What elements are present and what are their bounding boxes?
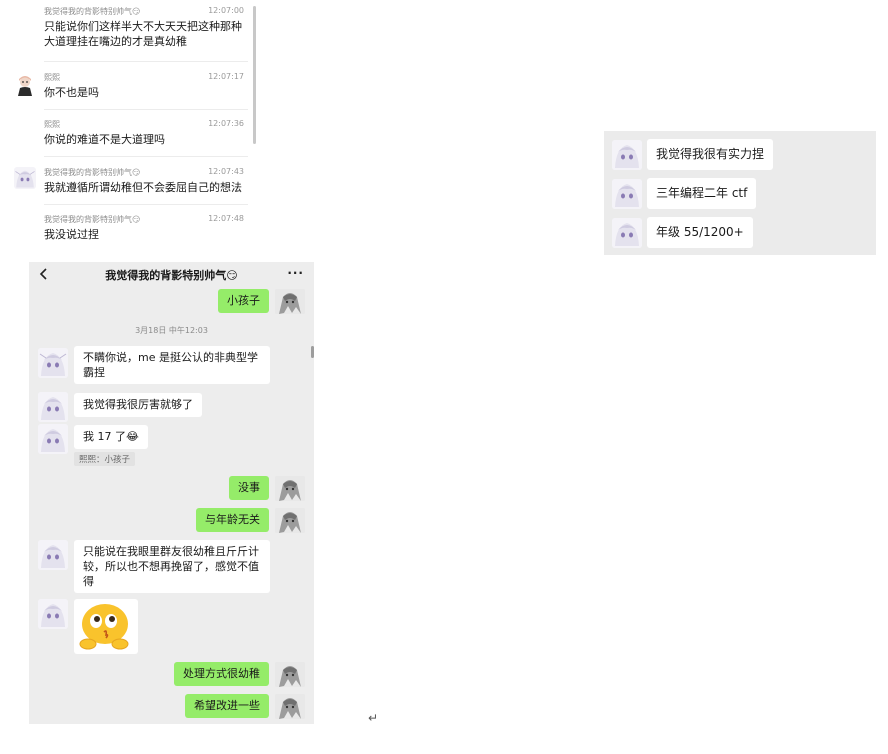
ghost-avatar[interactable] [275, 508, 305, 533]
message-bubble-other[interactable]: 年级 55/1200+ [647, 217, 753, 248]
divider [44, 61, 248, 62]
history-sender: 我觉得我的背影特别帅气😏 [44, 215, 141, 224]
anime-avatar [14, 167, 36, 189]
history-scrollbar[interactable] [253, 6, 256, 144]
history-text: 你不也是吗 [44, 86, 99, 99]
ghost-avatar[interactable] [275, 476, 305, 501]
anime-avatar[interactable] [38, 424, 68, 454]
message-row: 我觉得我很有实力捏 [604, 139, 876, 170]
chibi-avatar [14, 74, 36, 96]
message-row: 我 17 了😂 [29, 424, 314, 454]
ghost-avatar[interactable] [275, 662, 305, 687]
message-bubble-self[interactable]: 与年龄无关 [196, 508, 269, 532]
divider [44, 109, 248, 110]
anime-avatar[interactable] [612, 140, 642, 170]
history-time: 12:07:17 [208, 72, 244, 81]
message-bubble-other[interactable]: 不瞒你说，me 是挺公认的非典型学霸捏 [74, 346, 270, 384]
message-row: 不瞒你说，me 是挺公认的非典型学霸捏 [29, 346, 314, 386]
message-bubble-other[interactable]: 我觉得我很厉害就够了 [74, 393, 202, 417]
history-item[interactable]: 我觉得我的背影特别帅气😏 12:07:48 我没说过捏 [10, 214, 248, 250]
history-time: 12:07:48 [208, 214, 244, 223]
history-item[interactable]: 我觉得我的背影特别帅气😏 12:07:00 只能说你们这样半大不大天天把这种那种… [10, 6, 248, 62]
return-arrow-icon: ↵ [368, 711, 379, 725]
anime-avatar[interactable] [38, 392, 68, 422]
divider [44, 156, 248, 157]
message-bubble-other[interactable]: 我 17 了😂 [74, 425, 148, 449]
chat-history-panel: 我觉得我的背影特别帅气😏 12:07:00 只能说你们这样半大不大天天把这种那种… [10, 6, 248, 250]
history-item[interactable]: 熙熙 12:07:36 你说的难道不是大道理吗 [10, 119, 248, 159]
chat-excerpt-panel: 我觉得我很有实力捏 三年编程二年 ctf 年级 55/1200+ [604, 131, 876, 255]
history-text: 我没说过捏 [44, 228, 99, 241]
history-sender: 我觉得我的背影特别帅气😏 [44, 168, 141, 177]
message-row: 处理方式很幼稚 [29, 662, 314, 688]
history-time: 12:07:43 [208, 167, 244, 176]
history-text: 你说的难道不是大道理吗 [44, 133, 165, 146]
anime-avatar[interactable] [38, 599, 68, 629]
message-row: 与年龄无关 [29, 508, 314, 534]
message-row: 三年编程二年 ctf [604, 178, 876, 209]
anime-avatar[interactable] [612, 179, 642, 209]
message-row: 年级 55/1200+ [604, 217, 876, 248]
message-row: 只能说在我眼里群友很幼稚且斤斤计较，所以也不想再挽留了，感觉不值得 [29, 540, 314, 593]
chat-title: 我觉得我的背影特别帅气😏 [105, 269, 238, 282]
message-bubble-other[interactable]: 我觉得我很有实力捏 [647, 139, 774, 170]
chat-window: 我觉得我的背影特别帅气😏 ··· 小孩子 3月18日 中午12:03 不瞒你说，… [29, 262, 314, 724]
message-bubble-self[interactable]: 没事 [229, 476, 269, 500]
anime-avatar[interactable] [38, 348, 68, 378]
message-row: 希望改进一些 [29, 694, 314, 720]
history-item[interactable]: 我觉得我的背影特别帅气😏 12:07:43 我就遵循所谓幼稚但不会委屈自己的想法 [10, 167, 248, 207]
anime-avatar[interactable] [38, 540, 68, 570]
message-bubble-self[interactable]: 小孩子 [218, 289, 269, 313]
history-item[interactable]: 熙熙 12:07:17 你不也是吗 [10, 72, 248, 112]
history-sender: 熙熙 [44, 120, 60, 129]
history-sender: 熙熙 [44, 73, 60, 82]
message-bubble-other[interactable]: 三年编程二年 ctf [647, 178, 757, 209]
message-bubble-self[interactable]: 处理方式很幼稚 [174, 662, 269, 686]
thinking-emoji-sticker[interactable] [74, 599, 138, 654]
history-text: 我就遵循所谓幼稚但不会委屈自己的想法 [44, 181, 242, 194]
divider [44, 204, 248, 205]
anime-avatar[interactable] [612, 218, 642, 248]
message-row: 小孩子 [29, 289, 314, 315]
message-bubble-other[interactable]: 只能说在我眼里群友很幼稚且斤斤计较，所以也不想再挽留了，感觉不值得 [74, 540, 270, 593]
message-row: 我觉得我很厉害就够了 [29, 392, 314, 422]
history-sender: 我觉得我的背影特别帅气😏 [44, 7, 141, 16]
more-options-icon[interactable]: ··· [287, 266, 304, 280]
ghost-avatar[interactable] [275, 694, 305, 719]
message-row: 没事 [29, 476, 314, 502]
quoted-reply[interactable]: 熙熙：小孩子 [74, 452, 136, 466]
date-separator: 3月18日 中午12:03 [135, 326, 208, 335]
history-time: 12:07:00 [208, 6, 244, 15]
history-time: 12:07:36 [208, 119, 244, 128]
chat-header: 我觉得我的背影特别帅气😏 ··· [29, 262, 314, 286]
ghost-avatar[interactable] [275, 289, 305, 314]
message-row [29, 599, 314, 655]
history-text: 只能说你们这样半大不大天天把这种那种大道理挂在嘴边的才是真幼稚 [44, 20, 242, 48]
message-bubble-self[interactable]: 希望改进一些 [185, 694, 269, 718]
